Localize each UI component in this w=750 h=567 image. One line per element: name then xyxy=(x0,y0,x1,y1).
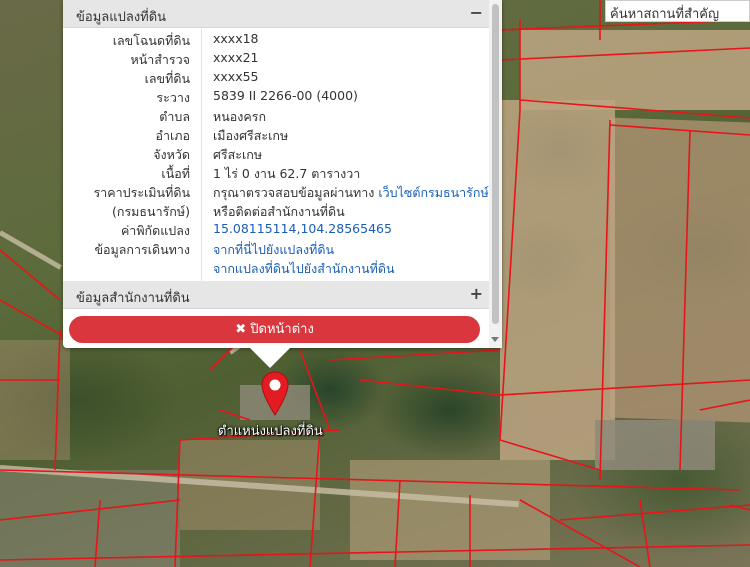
office-info-header[interactable]: ข้อมูลสำนักงานที่ดิน + xyxy=(63,281,489,309)
detail-row-subdistrict: ตำบล หนองครก xyxy=(63,107,489,126)
landmark-search-input[interactable]: ค้นหาสถานที่สำคัญ xyxy=(605,0,750,22)
close-button-label: ปิดหน้าต่าง xyxy=(250,322,314,337)
detail-value: xxxx55 xyxy=(213,69,259,84)
detail-value: 5839 II 2266-00 (4000) xyxy=(213,88,358,103)
detail-value: 1 ไร่ 0 งาน 62.7 ตารางวา xyxy=(213,166,361,181)
directions-to-office-link[interactable]: จากแปลงที่ดินไปยังสำนักงานที่ดิน xyxy=(213,259,395,279)
detail-row-province: จังหวัด ศรีสะเกษ xyxy=(63,145,489,164)
appraisal-text: กรุณาตรวจสอบข้อมูลผ่านทาง xyxy=(213,185,375,200)
scroll-down-arrow-icon[interactable] xyxy=(491,337,499,342)
detail-row-survey-page: หน้าสำรวจ xxxx21 xyxy=(63,50,489,69)
detail-row-map-sheet: ระวาง 5839 II 2266-00 (4000) xyxy=(63,88,489,107)
parcel-info-title: ข้อมูลแปลงที่ดิน xyxy=(76,10,167,25)
treasury-website-link[interactable]: เว็บไซต์กรมธนารักษ์ xyxy=(378,185,488,200)
close-window-button[interactable]: ✖ ปิดหน้าต่าง xyxy=(69,316,480,343)
detail-label: เลขโฉนดที่ดิน xyxy=(112,33,190,48)
detail-label: ตำบล xyxy=(159,109,190,124)
coordinates-link[interactable]: 15.08115114,104.28565465 xyxy=(213,221,392,236)
detail-row-appraisal: ราคาประเมินที่ดิน กรุณาตรวจสอบข้อมูลผ่าน… xyxy=(63,183,489,202)
detail-label: ราคาประเมินที่ดิน xyxy=(93,185,190,200)
scroll-thumb[interactable] xyxy=(492,4,499,324)
detail-value: เมืองศรีสะเกษ xyxy=(213,128,289,143)
detail-row-land-number: เลขที่ดิน xxxx55 xyxy=(63,69,489,88)
popup-scrollbar[interactable] xyxy=(489,0,502,348)
detail-value: หนองครก xyxy=(213,109,267,124)
detail-label: เลขที่ดิน xyxy=(144,71,190,86)
parcel-details: เลขโฉนดที่ดิน xxxx18 หน้าสำรวจ xxxx21 เล… xyxy=(63,31,489,278)
office-info-title: ข้อมูลสำนักงานที่ดิน xyxy=(76,291,190,306)
detail-label: ระวาง xyxy=(156,90,190,105)
map-pin-icon[interactable] xyxy=(260,371,290,417)
detail-label: เนื้อที่ xyxy=(161,166,190,181)
detail-value: xxxx18 xyxy=(213,31,259,46)
detail-row-directions: ข้อมูลการเดินทาง จากที่นี่ไปยังแปลงที่ดิ… xyxy=(63,240,489,259)
parcel-info-header[interactable]: ข้อมูลแปลงที่ดิน − xyxy=(63,0,489,28)
detail-label: อำเภอ xyxy=(155,128,190,143)
directions-to-parcel-link[interactable]: จากที่นี่ไปยังแปลงที่ดิน xyxy=(213,240,334,260)
detail-value: หรือติดต่อสำนักงานที่ดิน xyxy=(213,204,345,219)
detail-label: (กรมธนารักษ์) xyxy=(112,204,190,219)
detail-row-treasury: (กรมธนารักษ์) หรือติดต่อสำนักงานที่ดิน xyxy=(63,202,489,221)
popup-pointer xyxy=(248,346,292,368)
detail-row-coordinates: ค่าพิกัดแปลง 15.08115114,104.28565465 xyxy=(63,221,489,240)
close-icon: ✖ xyxy=(235,322,247,337)
detail-row-district: อำเภอ เมืองศรีสะเกษ xyxy=(63,126,489,145)
detail-row-deed-number: เลขโฉนดที่ดิน xxxx18 xyxy=(63,31,489,50)
detail-label: ข้อมูลการเดินทาง xyxy=(94,242,190,257)
detail-label: หน้าสำรวจ xyxy=(130,52,190,67)
marker-label: ตำแหน่งแปลงที่ดิน xyxy=(218,424,323,439)
detail-label: ค่าพิกัดแปลง xyxy=(120,223,190,238)
collapse-icon[interactable]: − xyxy=(470,3,483,22)
detail-row-directions-office: จากแปลงที่ดินไปยังสำนักงานที่ดิน xyxy=(63,259,489,278)
detail-label: จังหวัด xyxy=(153,147,190,162)
detail-row-area: เนื้อที่ 1 ไร่ 0 งาน 62.7 ตารางวา xyxy=(63,164,489,183)
detail-value: ศรีสะเกษ xyxy=(213,147,263,162)
parcel-info-popup: ข้อมูลแปลงที่ดิน − เลขโฉนดที่ดิน xxxx18 … xyxy=(63,0,502,348)
detail-value: กรุณาตรวจสอบข้อมูลผ่านทาง เว็บไซต์กรมธนา… xyxy=(213,183,489,203)
expand-icon[interactable]: + xyxy=(470,284,483,303)
detail-value: xxxx21 xyxy=(213,50,259,65)
